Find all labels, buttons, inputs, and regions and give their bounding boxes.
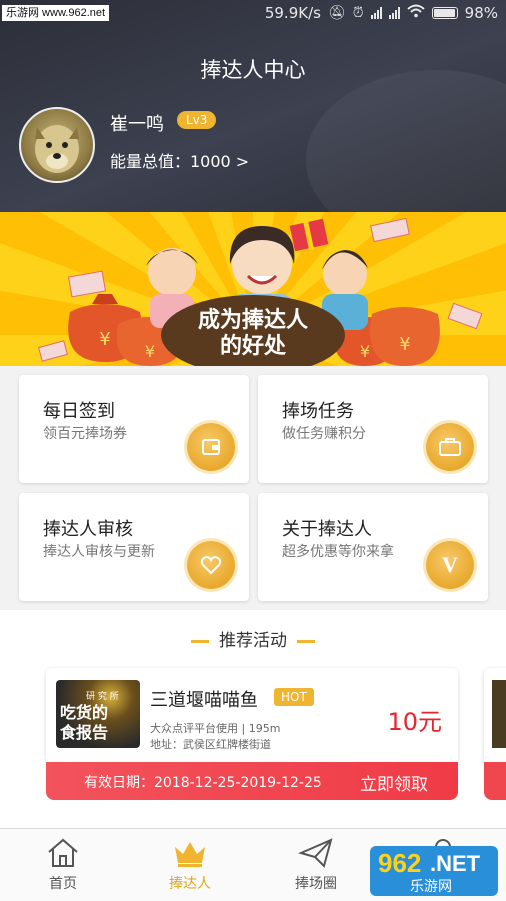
avatar[interactable]: [19, 107, 95, 183]
level-badge: Lv3: [177, 111, 217, 129]
card-title: 捧达人审核: [43, 519, 133, 540]
hot-badge: HOT: [274, 688, 314, 706]
battery-level: 98%: [464, 4, 498, 22]
card-title: 关于捧达人: [282, 519, 372, 540]
energy-total-link[interactable]: 能量总值：1000 >: [110, 148, 249, 172]
thumb-text: 食报告: [60, 723, 109, 742]
briefcase-icon: [426, 423, 474, 471]
tab-label: 首页: [49, 876, 77, 892]
tab-home[interactable]: 首页: [13, 829, 113, 901]
page-title: 捧达人中心: [200, 58, 306, 82]
activity-name: 三道堰喵喵鱼: [150, 690, 258, 711]
card-support-tasks[interactable]: 捧场任务 做任务赚积分: [258, 375, 488, 483]
card-about[interactable]: 关于捧达人 超多优惠等你来拿 V: [258, 493, 488, 601]
user-name: 崔一鸣: [110, 114, 164, 135]
section-title: 推荐活动: [0, 626, 506, 651]
network-speed: 59.9K/s: [264, 4, 321, 22]
card-subtitle: 领百元捧场券: [43, 426, 127, 442]
card-title: 每日签到: [43, 401, 115, 422]
signal-icon-2: [388, 7, 400, 19]
activity-thumbnail: 研 究 所 吃货的 食报告: [56, 680, 140, 748]
tab-pengchangquan[interactable]: 捧场圈: [266, 829, 366, 901]
wallet-icon: [187, 423, 235, 471]
card-title: 捧场任务: [282, 401, 354, 422]
tab-pengdaren[interactable]: 捧达人: [140, 829, 240, 901]
benefits-banner[interactable]: ¥ ¥ ¥ ¥ 成为捧达人 的好处: [0, 212, 506, 366]
recommended-section: 推荐活动 研 究 所 吃货的 食报告 三道堰喵喵鱼 HOT 大众点评平台使用 |…: [0, 610, 506, 830]
tab-label: 捧场圈: [295, 876, 337, 892]
watermark-domain: .NET: [430, 851, 481, 876]
thumb-text: 吃货的: [60, 703, 109, 722]
signal-icon: [370, 7, 382, 19]
v-badge-icon: V: [426, 541, 474, 589]
banner-text: 成为捧达人 的好处: [158, 308, 348, 360]
card-daily-checkin[interactable]: 每日签到 领百元捧场券: [19, 375, 249, 483]
valid-dates: 有效日期：2018-12-25-2019-12-25: [84, 775, 322, 791]
feature-grid: 每日签到 领百元捧场券 捧场任务 做任务赚积分 捧达人审核 捧达人审核与更新 关…: [0, 366, 506, 610]
avatar-image: [35, 125, 79, 173]
activity-platform: 大众点评平台使用 | 195m: [150, 722, 281, 735]
banner-line-1: 成为捧达人: [197, 308, 308, 333]
wifi-icon: [406, 4, 425, 22]
next-claim-bar[interactable]: [484, 762, 506, 800]
site-watermark-tag: 乐游网 www.962.net: [2, 5, 110, 21]
card-review[interactable]: 捧达人审核 捧达人审核与更新: [19, 493, 249, 601]
svg-text:¥: ¥: [399, 334, 410, 355]
activity-address: 地址：武侯区红牌楼街道: [150, 738, 271, 751]
svg-text:¥: ¥: [360, 342, 370, 361]
section-title-text: 推荐活动: [219, 631, 287, 651]
activity-card[interactable]: 研 究 所 吃货的 食报告 三道堰喵喵鱼 HOT 大众点评平台使用 | 195m…: [46, 668, 458, 766]
crown-icon: [175, 842, 205, 867]
svg-text:¥: ¥: [99, 329, 110, 350]
tab-label: 捧达人: [169, 876, 211, 892]
battery-icon: [431, 7, 458, 19]
site-watermark-logo: 962 .NET 乐游网: [370, 846, 498, 896]
heart-icon: [187, 541, 235, 589]
card-subtitle: 做任务赚积分: [282, 426, 366, 442]
next-activity-thumbnail: [492, 680, 506, 748]
activity-price: 10元: [387, 708, 442, 736]
claim-button[interactable]: 立即领取: [360, 770, 428, 795]
mute-icon: 🔕︎: [327, 5, 346, 21]
claim-bar: 有效日期：2018-12-25-2019-12-25 立即领取: [46, 762, 458, 800]
money-bag-icon: ¥: [370, 307, 440, 366]
card-subtitle: 捧达人审核与更新: [43, 544, 155, 560]
title-dash: [191, 639, 209, 643]
svg-text:¥: ¥: [145, 342, 155, 361]
paper-plane-icon: [298, 838, 333, 868]
watermark-name: 乐游网: [410, 879, 452, 895]
card-subtitle: 超多优惠等你来拿: [282, 544, 394, 560]
next-activity-card[interactable]: [484, 668, 506, 766]
status-indicators: 59.9K/s 🔕︎ ⏰︎ 98%: [265, 4, 498, 22]
profile-header: 乐游网 www.962.net 59.9K/s 🔕︎ ⏰︎ 98% 捧达人中心 …: [0, 0, 506, 212]
status-bar: 乐游网 www.962.net 59.9K/s 🔕︎ ⏰︎ 98%: [0, 0, 506, 28]
alarm-icon: ⏰︎: [352, 5, 364, 21]
header-decoration: [306, 70, 506, 212]
banner-line-2: 的好处: [219, 334, 286, 359]
home-icon: [48, 838, 78, 867]
title-dash: [297, 639, 315, 643]
watermark-number: 962: [378, 848, 422, 878]
